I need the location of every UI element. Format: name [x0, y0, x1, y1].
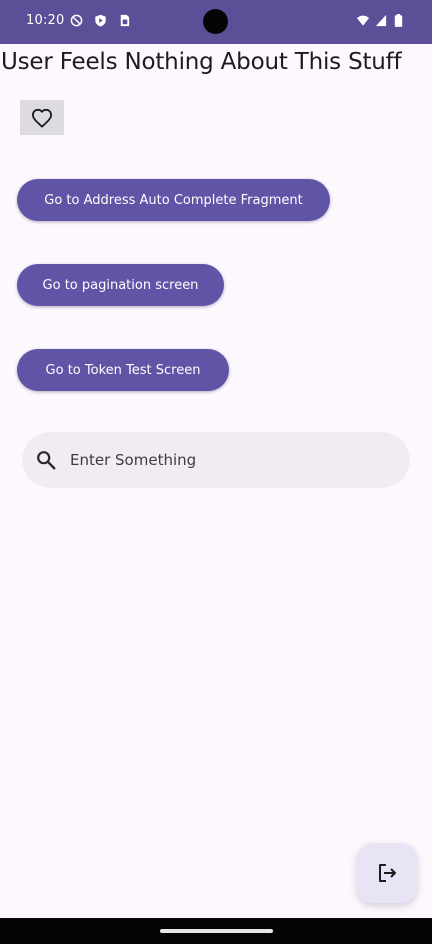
- token-test-screen-button[interactable]: Go to Token Test Screen: [17, 349, 229, 391]
- favorite-toggle[interactable]: [20, 100, 64, 135]
- home-gesture-handle[interactable]: [160, 929, 273, 933]
- heart-outline-icon: [31, 108, 52, 128]
- battery-icon: [394, 14, 403, 27]
- sim-card-icon: [120, 14, 130, 27]
- status-bar: 10:20: [0, 0, 432, 44]
- cellular-signal-icon: [375, 14, 387, 27]
- do-not-disturb-icon: [70, 14, 83, 27]
- search-input[interactable]: [70, 447, 390, 473]
- search-bar[interactable]: [22, 432, 410, 488]
- wifi-icon: [356, 15, 370, 26]
- status-time: 10:20: [26, 13, 65, 28]
- system-navigation-bar: [0, 918, 432, 944]
- logout-icon: [379, 864, 396, 882]
- logout-fab[interactable]: [357, 843, 417, 903]
- page-title: User Feels Nothing About This Stuff: [1, 49, 402, 75]
- shield-play-icon: [95, 14, 106, 27]
- camera-cutout: [203, 9, 228, 34]
- search-icon: [37, 451, 56, 470]
- pagination-screen-button[interactable]: Go to pagination screen: [17, 264, 224, 306]
- address-autocomplete-button[interactable]: Go to Address Auto Complete Fragment: [17, 179, 330, 221]
